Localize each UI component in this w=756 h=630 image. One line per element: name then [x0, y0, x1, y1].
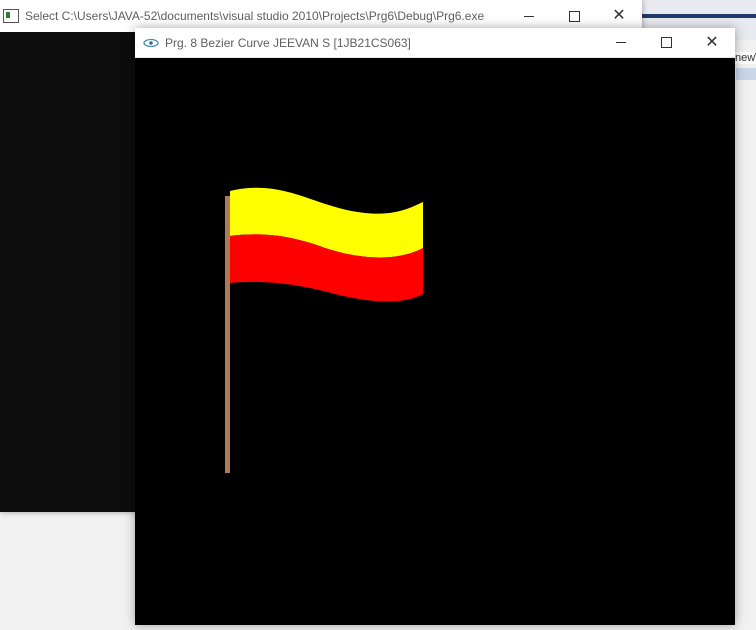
glut-titlebar[interactable]: Prg. 8 Bezier Curve JEEVAN S [1JB21CS063… [135, 28, 735, 58]
flag-drawing [225, 187, 423, 473]
glut-minimize-button[interactable] [598, 28, 644, 57]
minimize-icon [616, 42, 626, 43]
maximize-icon [660, 37, 672, 48]
glut-window[interactable]: Prg. 8 Bezier Curve JEEVAN S [1JB21CS063… [135, 28, 735, 625]
glut-maximize-button[interactable] [643, 28, 689, 57]
close-icon: ✕ [705, 33, 719, 51]
minimize-icon [524, 15, 534, 17]
console-app-icon [3, 9, 19, 23]
close-icon: ✕ [612, 7, 626, 24]
opengl-canvas[interactable] [135, 58, 735, 625]
glut-eye-icon [143, 38, 159, 47]
background-app-text: new\ [733, 52, 756, 64]
glut-title: Prg. 8 Bezier Curve JEEVAN S [1JB21CS063… [165, 35, 411, 50]
console-title: Select C:\Users\JAVA-52\documents\visual… [25, 9, 485, 23]
background-app-toolbar [640, 14, 756, 18]
maximize-icon [568, 10, 580, 22]
glut-close-button[interactable]: ✕ [689, 28, 735, 57]
background-app-highlight [736, 68, 756, 80]
flag-pole [225, 196, 230, 473]
